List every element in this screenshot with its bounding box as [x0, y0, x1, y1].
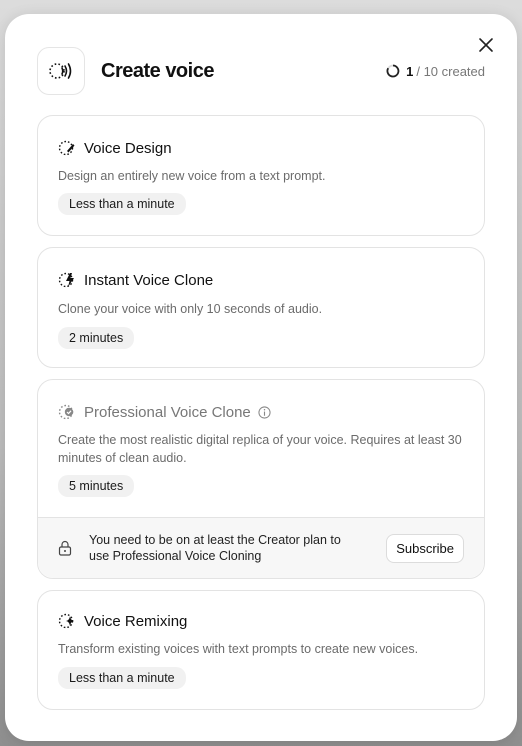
duration-badge: Less than a minute	[58, 667, 186, 689]
verified-badge-icon	[58, 404, 74, 420]
card-title-row: Professional Voice Clone	[58, 403, 464, 421]
dialog-header: Create voice 1 / 10 created	[37, 47, 485, 95]
card-description: Design an entirely new voice from a text…	[58, 169, 326, 183]
lightning-icon	[58, 272, 74, 288]
card-description: Transform existing voices with text prom…	[58, 642, 419, 656]
card-description: Clone your voice with only 10 seconds of…	[58, 302, 323, 316]
voice-waves-icon	[49, 63, 72, 79]
card-title-row: Instant Voice Clone	[58, 271, 464, 289]
duration-badge: Less than a minute	[58, 193, 186, 215]
card-title: Instant Voice Clone	[84, 271, 214, 289]
voice-design-card[interactable]: Voice Design Design an entirely new voic…	[37, 115, 485, 236]
voice-remixing-card[interactable]: Voice Remixing Transform existing voices…	[37, 590, 485, 710]
sparkle-icon	[58, 613, 74, 629]
instant-voice-clone-card[interactable]: Instant Voice Clone Clone your voice wit…	[37, 247, 485, 368]
voice-counter: 1 / 10 created	[386, 64, 485, 79]
duration-badge: 2 minutes	[58, 327, 135, 349]
subscribe-button[interactable]: Subscribe	[386, 533, 464, 563]
card-title: Voice Design	[84, 139, 172, 157]
page-title: Create voice	[101, 59, 214, 82]
card-description: Create the most realistic digital replic…	[58, 433, 462, 465]
sparkle-pen-icon	[58, 140, 75, 156]
card-title-row: Voice Remixing	[58, 612, 464, 630]
upgrade-message: You need to be on at least the Creator p…	[89, 533, 341, 563]
create-voice-dialog: Create voice 1 / 10 created Voice Design…	[5, 14, 517, 741]
voice-logo	[37, 47, 85, 95]
upgrade-notice: You need to be on at least the Creator p…	[38, 517, 484, 578]
professional-voice-clone-card: Professional Voice Clone Create the most…	[37, 379, 485, 579]
counter-total: / 10 created	[416, 63, 485, 79]
info-icon[interactable]	[258, 405, 271, 419]
progress-ring-icon	[386, 64, 400, 78]
counter-used: 1	[406, 63, 414, 79]
card-title-row: Voice Design	[58, 139, 464, 157]
duration-badge: 5 minutes	[58, 475, 135, 497]
card-title: Professional Voice Clone	[84, 403, 251, 421]
lock-icon	[58, 540, 72, 556]
card-title: Voice Remixing	[84, 612, 188, 630]
